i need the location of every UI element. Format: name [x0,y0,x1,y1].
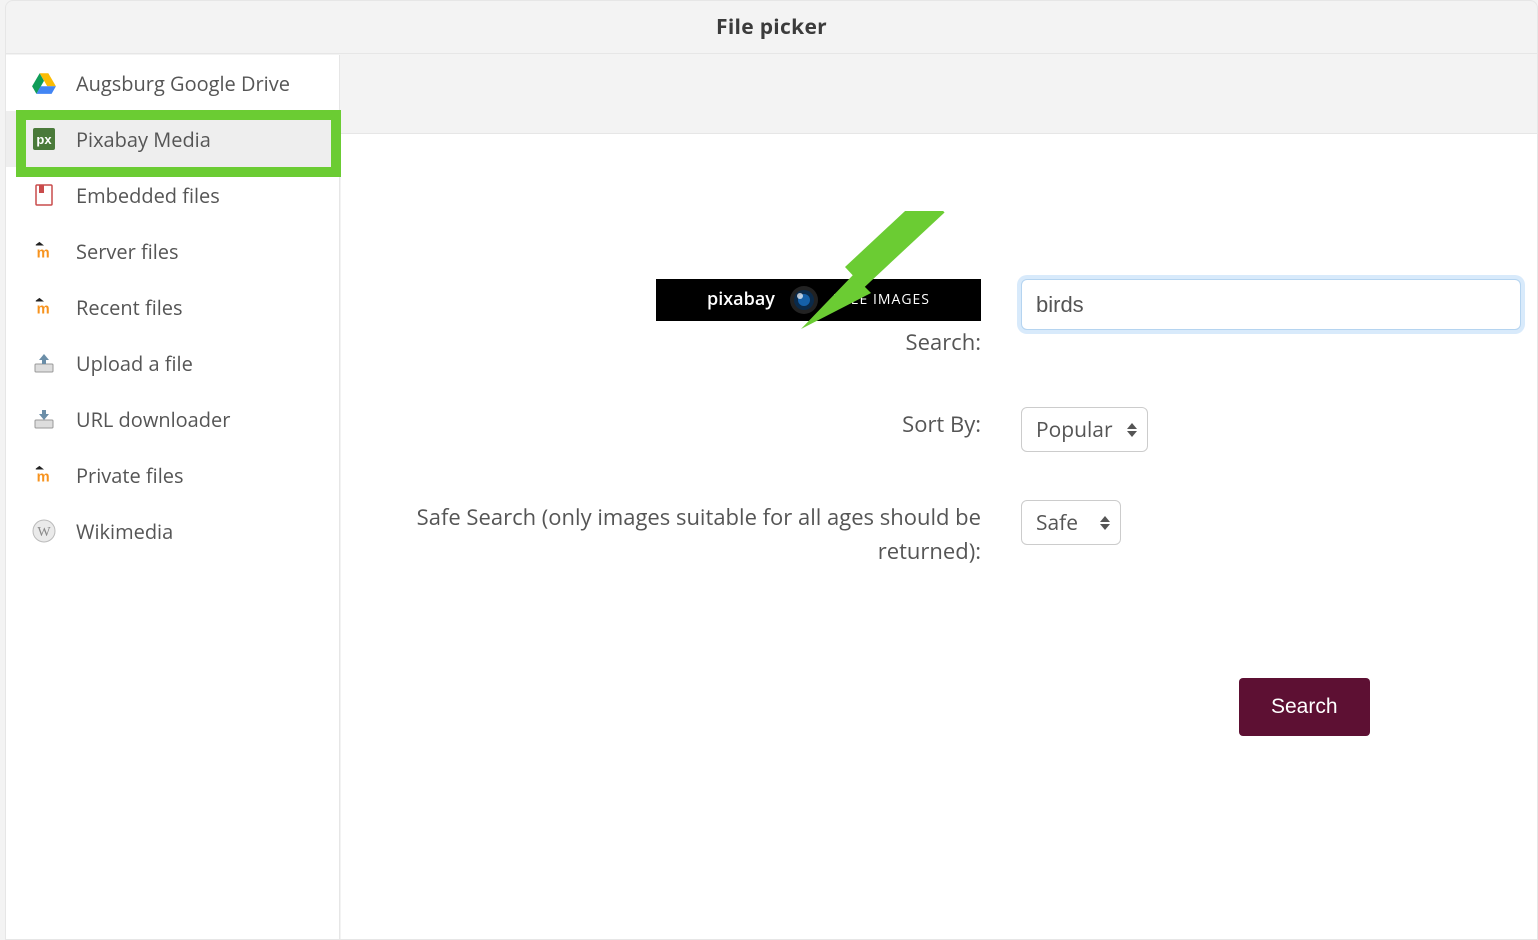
pixabay-brand-banner: pixabay FREE IMAGES [656,279,981,321]
sidebar-item-google-drive[interactable]: Augsburg Google Drive [6,55,339,111]
server-files-icon: m [30,237,58,265]
svg-text:W: W [37,525,51,540]
repository-sidebar: Augsburg Google Drive px Pixabay Media [6,55,340,939]
google-drive-icon [30,69,58,97]
svg-text:m: m [37,469,50,485]
main-panel: pixabay FREE IMAGES S [341,133,1537,939]
sort-row: Sort By: Popular [341,407,1537,452]
dialog-body: Augsburg Google Drive px Pixabay Media [6,55,1537,939]
search-row: pixabay FREE IMAGES S [341,279,1537,359]
sidebar-item-label: Private files [76,462,321,489]
dialog-title: File picker [716,13,827,41]
wikimedia-icon: W [30,517,58,545]
svg-text:px: px [36,132,52,147]
brand-tagline: FREE IMAGES [833,289,930,311]
sidebar-item-label: Recent files [76,294,321,321]
sort-by-select[interactable]: Popular [1021,407,1148,452]
search-button[interactable]: Search [1239,678,1370,736]
sidebar-item-label: Embedded files [76,182,321,209]
search-input[interactable] [1021,279,1521,330]
search-label: Search: [341,325,981,359]
sidebar-item-pixabay[interactable]: px Pixabay Media [6,111,339,167]
safe-search-label: Safe Search (only images suitable for al… [341,500,1021,568]
svg-text:m: m [37,245,50,261]
select-arrows-icon [1127,423,1137,437]
sidebar-item-server-files[interactable]: m Server files [6,223,339,279]
upload-icon [30,349,58,377]
sidebar-item-private-files[interactable]: m Private files [6,447,339,503]
svg-text:m: m [37,301,50,317]
sidebar-item-recent-files[interactable]: m Recent files [6,279,339,335]
search-label-col: pixabay FREE IMAGES S [341,279,1021,359]
sidebar-item-url-downloader[interactable]: URL downloader [6,391,339,447]
dialog-header: File picker [6,1,1537,54]
submit-row: Search [341,678,1537,736]
private-files-icon: m [30,461,58,489]
safe-search-value: Safe [1036,509,1078,537]
sidebar-item-label: Server files [76,238,321,265]
safe-search-select[interactable]: Safe [1021,500,1121,545]
sidebar-item-label: Pixabay Media [76,126,321,153]
pixabay-icon: px [30,125,58,153]
sidebar-item-label: Wikimedia [76,518,321,545]
sidebar-item-label: Augsburg Google Drive [76,70,321,97]
sidebar-item-embedded-files[interactable]: Embedded files [6,167,339,223]
select-arrows-icon [1100,516,1110,530]
camera-lens-icon [789,285,819,315]
recent-files-icon: m [30,293,58,321]
embedded-files-icon [30,181,58,209]
file-picker-dialog: File picker Augsburg Google Drive [5,0,1538,940]
sidebar-item-label: URL downloader [76,406,321,433]
brand-name: pixabay [707,286,775,314]
download-icon [30,405,58,433]
sort-label: Sort By: [341,407,1021,441]
safe-search-row: Safe Search (only images suitable for al… [341,500,1537,568]
sidebar-item-upload-file[interactable]: Upload a file [6,335,339,391]
search-form: pixabay FREE IMAGES S [341,279,1537,736]
sidebar-item-label: Upload a file [76,350,321,377]
sidebar-item-wikimedia[interactable]: W Wikimedia [6,503,339,559]
sort-by-value: Popular [1036,416,1113,444]
